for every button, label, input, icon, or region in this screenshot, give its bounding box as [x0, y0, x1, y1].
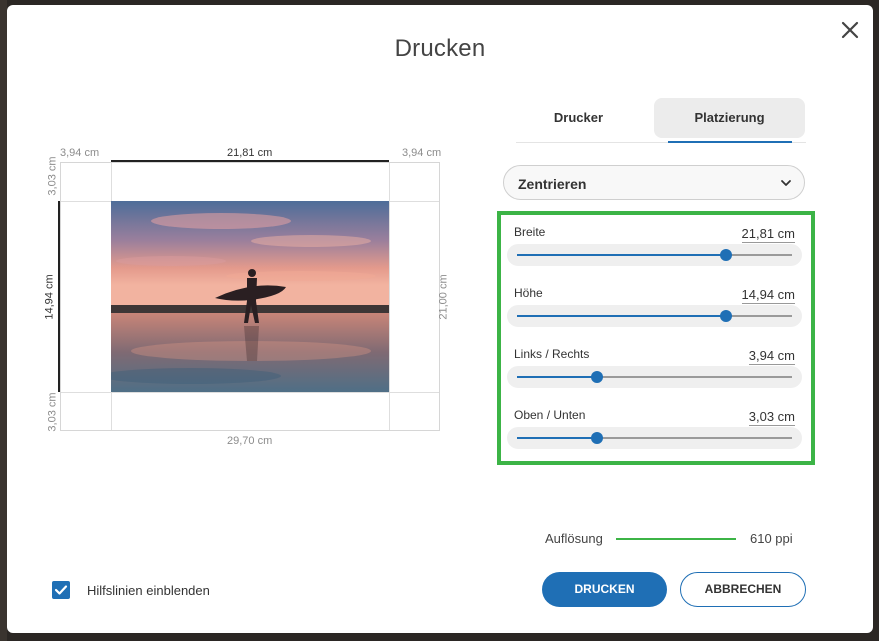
margin-left-label: 3,94 cm — [60, 147, 100, 159]
preview-image — [111, 201, 389, 392]
guides-checkbox-label[interactable]: Hilfslinien einblenden — [87, 583, 210, 598]
slider-label: Höhe — [514, 286, 543, 300]
placement-select[interactable]: Zentrieren — [503, 165, 805, 200]
slider-left-right: Links / Rechts 3,94 cm — [506, 344, 803, 401]
tab-placement[interactable]: Platzierung — [654, 98, 805, 138]
slider-label: Oben / Unten — [514, 408, 586, 422]
left-right-value-input[interactable]: 3,94 cm — [748, 348, 795, 365]
slider-fill — [517, 376, 597, 378]
top-bottom-value-input[interactable]: 3,03 cm — [748, 409, 795, 426]
guide-line — [389, 163, 390, 430]
cancel-button[interactable]: ABBRECHEN — [680, 572, 806, 607]
resolution-value: 610 ppi — [750, 531, 793, 546]
paper-width-label: 29,70 cm — [227, 435, 273, 447]
print-preview: 3,94 cm 21,81 cm 3,94 cm 3,03 cm 14,94 c… — [7, 5, 487, 485]
slider-thumb[interactable] — [720, 249, 732, 261]
check-icon — [54, 585, 68, 595]
slider-height: Höhe 14,94 cm — [506, 283, 803, 340]
paper-height-label: 21,00 cm — [437, 274, 450, 320]
chevron-down-icon — [781, 180, 791, 186]
backdrop — [0, 0, 7, 641]
image-height-label: 14,94 cm — [43, 274, 56, 320]
print-button[interactable]: DRUCKEN — [542, 572, 667, 607]
slider-top-bottom: Oben / Unten 3,03 cm — [506, 405, 803, 462]
height-indicator-line — [58, 201, 60, 392]
slider-fill — [517, 437, 597, 439]
margin-right-label: 3,94 cm — [402, 147, 442, 159]
resolution-indicator — [616, 538, 736, 540]
slider-fill — [517, 254, 726, 256]
margin-top-label: 3,03 cm — [46, 156, 59, 196]
margin-bottom-label: 3,03 cm — [46, 392, 59, 432]
tab-printer[interactable]: Drucker — [516, 98, 641, 138]
active-tab-indicator — [668, 141, 792, 143]
slider-label: Links / Rechts — [514, 347, 590, 361]
slider-thumb[interactable] — [720, 310, 732, 322]
slider-thumb[interactable] — [590, 371, 603, 383]
height-value-input[interactable]: 14,94 cm — [741, 287, 795, 304]
image-width-label: 21,81 cm — [227, 147, 273, 159]
slider-thumb[interactable] — [590, 432, 603, 444]
slider-label: Breite — [514, 225, 546, 239]
slider-width: Breite 21,81 cm — [506, 222, 803, 279]
width-value-input[interactable]: 21,81 cm — [741, 226, 795, 243]
resolution-label: Auflösung — [545, 531, 603, 546]
close-icon — [841, 21, 859, 39]
placement-select-value: Zentrieren — [518, 176, 587, 192]
slider-fill — [517, 315, 726, 317]
guide-line — [61, 392, 439, 393]
print-dialog: Drucken 3,94 cm 21,81 cm 3,94 cm 3,03 cm… — [7, 5, 873, 633]
close-button[interactable] — [839, 19, 861, 41]
guides-checkbox[interactable] — [52, 581, 70, 599]
